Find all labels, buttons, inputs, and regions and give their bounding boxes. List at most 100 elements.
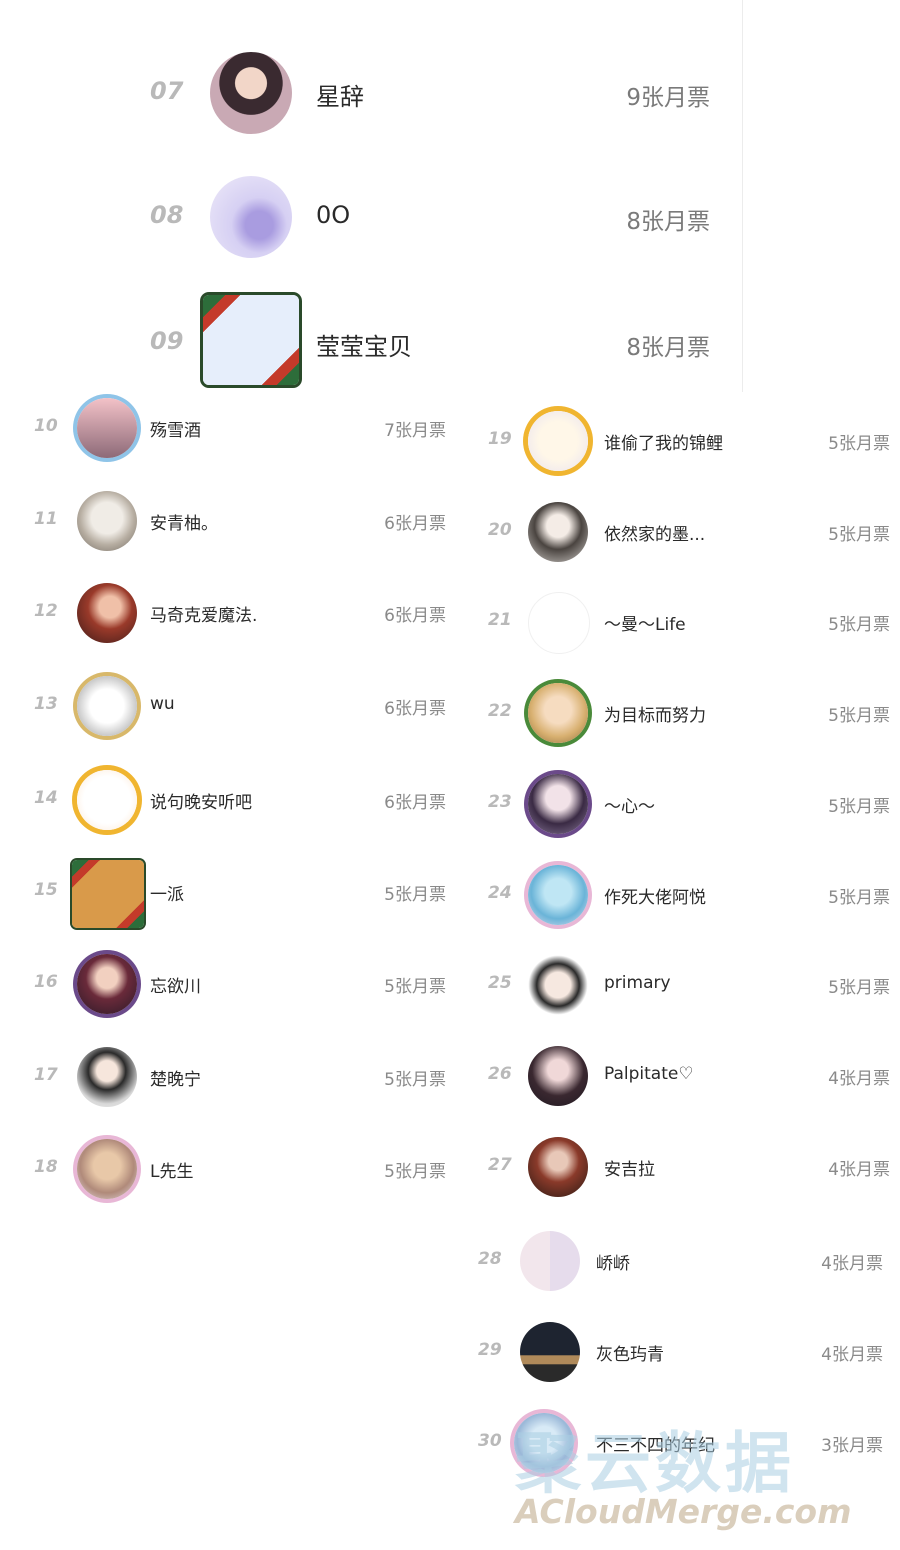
rank-number: 23 <box>488 792 512 812</box>
user-name[interactable]: wu <box>150 694 175 714</box>
user-avatar-icon[interactable] <box>77 1139 137 1199</box>
vote-count: 6张月票 <box>384 606 446 626</box>
user-name[interactable]: 灰色玙青 <box>596 1340 664 1365</box>
leaderboard-row-07[interactable]: 07 星辞 9张月票 <box>0 43 742 143</box>
vote-count: 4张月票 <box>828 1160 890 1180</box>
leaderboard-row-22[interactable]: 22 为目标而努力 5张月票 <box>488 673 900 753</box>
vote-count: 5张月票 <box>828 434 890 454</box>
user-name[interactable]: ～曼～Life <box>604 610 686 635</box>
user-name[interactable]: 依然家的墨... <box>604 520 705 545</box>
rank-number: 16 <box>34 972 58 992</box>
rank-number: 22 <box>488 701 512 721</box>
leaderboard-row-23[interactable]: 23 ～心～ 5张月票 <box>488 764 900 844</box>
rank-number: 29 <box>478 1340 502 1360</box>
rank-number: 20 <box>488 520 512 540</box>
user-name[interactable]: 说句晚安听吧 <box>150 788 252 813</box>
rank-number: 10 <box>34 416 58 436</box>
user-name[interactable]: 峤峤 <box>596 1249 630 1274</box>
user-name[interactable]: 安青柚。 <box>150 509 218 534</box>
leaderboard-row-18[interactable]: 18 L先生 5张月票 <box>34 1129 454 1209</box>
user-name[interactable]: 忘欲川 <box>150 972 201 997</box>
user-avatar-icon[interactable] <box>528 1137 588 1197</box>
user-name[interactable]: 谁偷了我的锦鲤 <box>604 429 723 454</box>
leaderboard-row-21[interactable]: 21 ～曼～Life 5张月票 <box>488 582 900 662</box>
vote-count: 9张月票 <box>626 85 710 111</box>
rank-number: 28 <box>478 1249 502 1269</box>
user-avatar-icon[interactable] <box>514 1413 574 1473</box>
user-avatar-icon[interactable] <box>77 954 137 1014</box>
rank-number: 17 <box>34 1065 58 1085</box>
rank-number: 14 <box>34 788 58 808</box>
user-avatar-icon[interactable] <box>528 411 588 471</box>
user-name[interactable]: 安吉拉 <box>604 1155 655 1180</box>
user-name[interactable]: 为目标而努力 <box>604 701 706 726</box>
user-name[interactable]: 一派 <box>150 880 184 905</box>
user-avatar-icon[interactable] <box>528 592 590 654</box>
user-avatar-icon[interactable] <box>520 1231 580 1291</box>
user-avatar-icon[interactable] <box>77 398 137 458</box>
user-name[interactable]: 莹莹宝贝 <box>316 327 412 362</box>
rank-number: 08 <box>150 201 184 229</box>
user-avatar-icon[interactable] <box>528 683 588 743</box>
leaderboard-row-25[interactable]: 25 primary 5张月票 <box>488 945 900 1025</box>
leaderboard-row-29[interactable]: 29 灰色玙青 4张月票 <box>478 1312 890 1392</box>
rank-number: 15 <box>34 880 58 900</box>
leaderboard-row-19[interactable]: 19 谁偷了我的锦鲤 5张月票 <box>488 401 900 481</box>
leaderboard-row-16[interactable]: 16 忘欲川 5张月票 <box>34 944 454 1024</box>
vote-count: 5张月票 <box>828 888 890 908</box>
user-name[interactable]: ～心～ <box>604 792 655 817</box>
vote-count: 5张月票 <box>828 978 890 998</box>
user-avatar-icon[interactable] <box>528 774 588 834</box>
user-name[interactable]: 殇雪酒 <box>150 416 201 441</box>
leaderboard-row-20[interactable]: 20 依然家的墨... 5张月票 <box>488 492 900 572</box>
leaderboard-row-15[interactable]: 15 一派 5张月票 <box>34 852 454 932</box>
user-name[interactable]: Palpitate♡ <box>604 1064 694 1084</box>
user-avatar-icon[interactable] <box>528 502 588 562</box>
vote-count: 5张月票 <box>828 615 890 635</box>
rank-number: 25 <box>488 973 512 993</box>
leaderboard-row-13[interactable]: 13 wu 6张月票 <box>34 666 454 746</box>
user-avatar-icon[interactable] <box>77 1047 137 1107</box>
top-column-divider <box>742 0 743 392</box>
user-avatar-icon[interactable] <box>77 676 137 736</box>
user-avatar-icon[interactable] <box>77 491 137 551</box>
leaderboard-row-24[interactable]: 24 作死大佬阿悦 5张月票 <box>488 855 900 935</box>
vote-count: 6张月票 <box>384 514 446 534</box>
rank-number: 18 <box>34 1157 58 1177</box>
leaderboard-row-30[interactable]: 30 不三不四的年纪 3张月票 <box>478 1403 890 1483</box>
leaderboard-row-09[interactable]: 09 莹莹宝贝 8张月票 <box>0 293 742 393</box>
user-name[interactable]: 0O <box>316 201 350 229</box>
leaderboard-row-26[interactable]: 26 Palpitate♡ 4张月票 <box>488 1036 900 1116</box>
user-name[interactable]: L先生 <box>150 1157 193 1182</box>
user-avatar-icon[interactable] <box>210 52 292 134</box>
user-avatar-icon[interactable] <box>528 865 588 925</box>
user-name[interactable]: 星辞 <box>316 77 364 112</box>
leaderboard-row-17[interactable]: 17 楚晚宁 5张月票 <box>34 1037 454 1117</box>
user-name[interactable]: 马奇克爱魔法. <box>150 601 257 626</box>
user-avatar-icon[interactable] <box>203 295 299 385</box>
user-avatar-icon[interactable] <box>210 176 292 258</box>
user-avatar-icon[interactable] <box>528 955 588 1015</box>
user-name[interactable]: 作死大佬阿悦 <box>604 883 706 908</box>
leaderboard-row-11[interactable]: 11 安青柚。 6张月票 <box>34 481 454 561</box>
leaderboard-row-28[interactable]: 28 峤峤 4张月票 <box>478 1221 890 1301</box>
rank-number: 24 <box>488 883 512 903</box>
user-name[interactable]: 不三不四的年纪 <box>596 1431 715 1456</box>
rank-number: 13 <box>34 694 58 714</box>
user-name[interactable]: 楚晚宁 <box>150 1065 201 1090</box>
rank-number: 21 <box>488 610 512 630</box>
leaderboard-row-08[interactable]: 08 0O 8张月票 <box>0 167 742 267</box>
user-avatar-icon[interactable] <box>72 860 144 928</box>
vote-count: 5张月票 <box>828 525 890 545</box>
leaderboard-row-10[interactable]: 10 殇雪酒 7张月票 <box>34 388 454 468</box>
user-avatar-icon[interactable] <box>77 770 137 830</box>
user-avatar-icon[interactable] <box>520 1322 580 1382</box>
leaderboard-row-14[interactable]: 14 说句晚安听吧 6张月票 <box>34 760 454 840</box>
vote-count: 5张月票 <box>384 885 446 905</box>
user-avatar-icon[interactable] <box>528 1046 588 1106</box>
rank-number: 07 <box>150 77 184 105</box>
leaderboard-row-12[interactable]: 12 马奇克爱魔法. 6张月票 <box>34 573 454 653</box>
user-avatar-icon[interactable] <box>77 583 137 643</box>
user-name[interactable]: primary <box>604 973 671 993</box>
leaderboard-row-27[interactable]: 27 安吉拉 4张月票 <box>488 1127 900 1207</box>
